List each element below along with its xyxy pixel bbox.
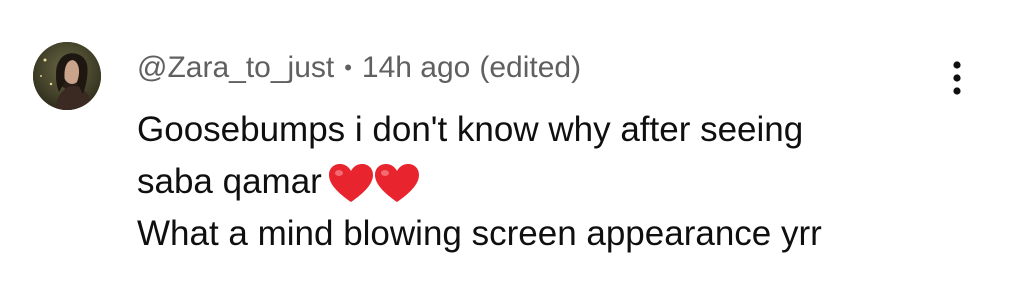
comment-line-2: saba qamar (137, 162, 322, 201)
edited-label: (edited) (479, 51, 582, 84)
comment-line-2-wrapper: saba qamar (137, 156, 937, 208)
meta-separator: • (344, 55, 352, 80)
comment-author-handle[interactable]: @Zara_to_just (137, 51, 334, 85)
vertical-ellipsis-icon (953, 61, 961, 95)
comment-item: @Zara_to_just • 14h ago (edited) Goosebu… (0, 0, 1024, 296)
avatar-photo-icon (33, 42, 101, 110)
red-heart-icon (328, 163, 420, 205)
comment-line-1: Goosebumps i don't know why after seeing (137, 110, 804, 149)
more-options-button[interactable] (935, 52, 979, 104)
comment-meta: @Zara_to_just • 14h ago (edited) (137, 48, 581, 88)
avatar[interactable] (33, 42, 101, 110)
comment-timestamp: 14h ago (361, 51, 471, 84)
comment-text: Goosebumps i don't know why after seeing… (137, 104, 937, 260)
comment-line-3: What a mind blowing screen appearance yr… (137, 214, 822, 253)
